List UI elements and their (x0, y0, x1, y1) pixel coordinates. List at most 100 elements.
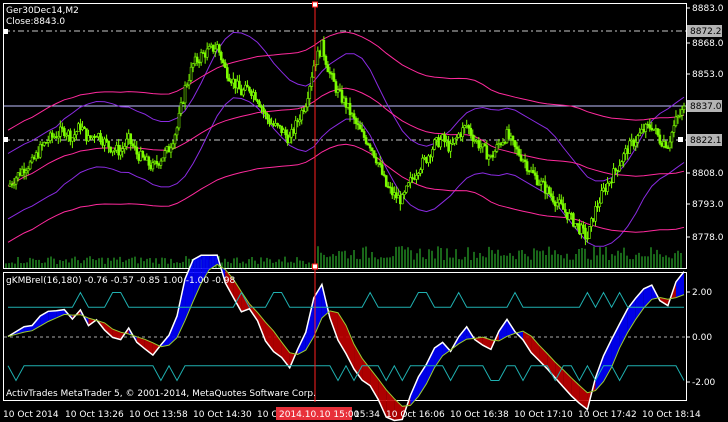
candle-body (175, 127, 179, 136)
candle-body (181, 102, 185, 105)
candle-body (523, 159, 527, 162)
candle-body (209, 44, 213, 47)
candle-body (592, 218, 595, 222)
candle-body (433, 139, 436, 150)
candle-body (467, 125, 471, 129)
candle-body (278, 124, 281, 127)
candle-body (75, 131, 78, 136)
candle-body (473, 140, 477, 142)
candle-body (18, 172, 22, 176)
candle-body (413, 178, 416, 180)
left-handle-bottom[interactable] (3, 137, 8, 142)
indicator-title: gKMBrel(16,180) -0.76 -0.57 -0.85 1.00 -… (6, 276, 236, 286)
candle-body (221, 59, 225, 64)
candle-body (258, 101, 261, 107)
candle-body (145, 156, 149, 161)
candle-body (113, 149, 116, 152)
bollinger-bands (7, 31, 685, 247)
candle-body (211, 44, 215, 52)
candle-body (411, 177, 414, 179)
cursor-handle-bottom[interactable] (312, 263, 318, 270)
candle-body (543, 181, 547, 194)
candle-body (131, 143, 135, 147)
candle-body (28, 161, 32, 170)
left-handle-top[interactable] (3, 29, 8, 34)
candle-body (232, 78, 235, 84)
candle-body (596, 206, 599, 208)
candle-body (660, 142, 664, 147)
candle-body (604, 187, 607, 192)
candle-body (306, 98, 310, 108)
candle-body (342, 97, 346, 103)
time-tick: 10 Oct 14:30 (193, 410, 252, 420)
candle-body (676, 115, 680, 118)
candle-body (292, 129, 295, 134)
candle-body (519, 154, 523, 161)
candle-body (77, 123, 80, 132)
candle-body (346, 102, 350, 108)
candle-body (123, 146, 126, 150)
candle-body (83, 126, 86, 129)
candle-body (290, 129, 293, 138)
candle-body (501, 142, 505, 146)
candle-body (354, 118, 358, 124)
candle-body (555, 202, 559, 207)
candle-body (403, 191, 406, 195)
price-box-8872: 8872.2 (687, 25, 722, 37)
candle-body (475, 140, 479, 142)
candle-body (618, 165, 621, 172)
candle-body (407, 182, 410, 187)
candle-body (161, 157, 165, 162)
candle-body (294, 120, 298, 134)
candle-body (487, 155, 491, 160)
candle-body (545, 186, 549, 194)
candle-body (553, 201, 557, 207)
candle-body (469, 127, 473, 136)
candle-body (457, 133, 460, 138)
candle-body (640, 129, 644, 134)
candle-body (56, 136, 60, 139)
candle-body (394, 192, 398, 199)
candle-body (465, 125, 469, 127)
candle-body (300, 110, 304, 121)
price-tick: 8853.0 (692, 70, 724, 80)
candle-body (608, 181, 611, 184)
candle-body (451, 142, 454, 145)
candlestick-series (8, 36, 686, 246)
candle-body (626, 148, 629, 154)
chart-area[interactable]: Ger30Dec14,M2 Close:8843.0 gKMBrel(16,18… (0, 0, 728, 422)
candle-body (570, 213, 573, 215)
candle-body (191, 63, 195, 68)
candle-body (254, 92, 257, 101)
candle-body (374, 156, 378, 164)
candle-body (69, 130, 72, 142)
candle-body (36, 152, 40, 158)
cursor-handle-top[interactable] (312, 1, 318, 8)
candle-body (169, 147, 173, 153)
indicator-lower-envelope (7, 364, 685, 382)
candle-body (163, 150, 167, 159)
candle-body (423, 157, 426, 159)
time-tick: 10 Oct 17:42 (578, 410, 637, 420)
candle-body (195, 56, 199, 63)
candle-body (358, 124, 362, 130)
candle-body (594, 206, 597, 222)
candle-body (419, 169, 422, 174)
indicator-fill (619, 308, 628, 348)
candle-body (680, 109, 684, 116)
time-tick: 10 Oct 16:38 (450, 410, 509, 420)
right-handle[interactable] (678, 137, 683, 142)
price-box-8837: 8837.0 (687, 100, 722, 112)
candle-body (50, 132, 54, 138)
candle-body (12, 183, 16, 186)
candle-body (217, 44, 221, 53)
candle-body (332, 73, 336, 82)
candle-body (272, 123, 275, 126)
candle-body (219, 52, 223, 61)
candle-body (578, 223, 581, 234)
outer-band-upper (7, 31, 685, 131)
candle-body (535, 175, 539, 186)
price-box-label: 8837.0 (690, 102, 722, 112)
candle-body (10, 183, 14, 186)
time-tick: 10 Oct 13:26 (65, 410, 124, 420)
